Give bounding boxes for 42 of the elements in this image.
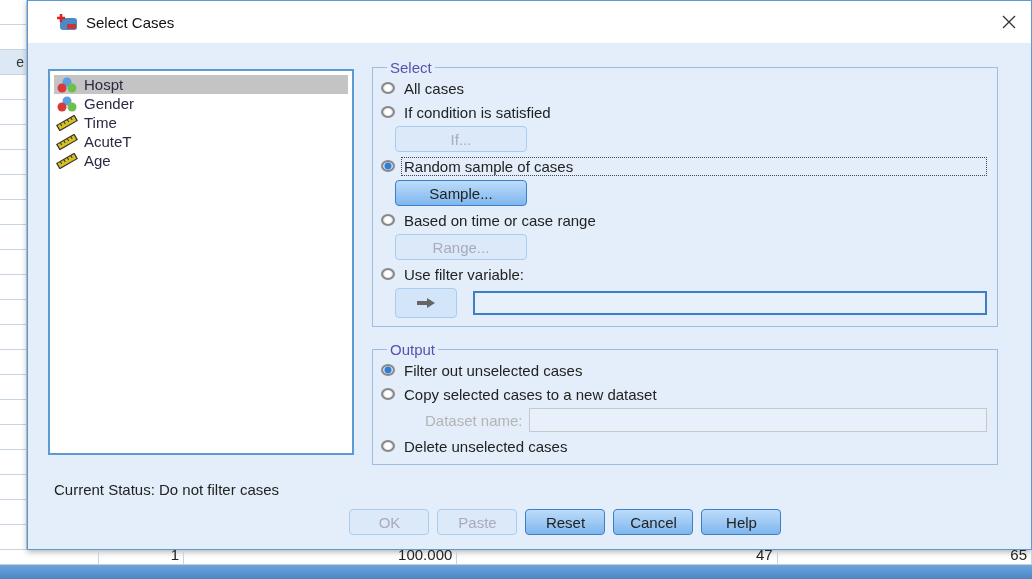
table-cell: 100.000	[398, 550, 453, 563]
table-cell: 65	[1010, 550, 1027, 563]
option-button[interactable]: Sample...	[394, 180, 527, 206]
field-label: Dataset name:	[424, 411, 523, 429]
variable-item[interactable]: Age	[53, 151, 348, 170]
radio-label[interactable]: All cases	[400, 78, 467, 98]
group-title: Select	[388, 59, 433, 76]
app-icon	[55, 13, 78, 31]
table-cell: 47	[755, 550, 773, 563]
radio-button[interactable]	[380, 388, 395, 400]
radio-button[interactable]	[380, 82, 395, 94]
group-title: Output	[388, 341, 436, 358]
table-cell: 1	[170, 550, 180, 563]
variable-item[interactable]: AcuteT	[53, 132, 348, 151]
nominal-variable-icon	[55, 95, 78, 112]
column-header: e	[16, 54, 24, 70]
radio-button[interactable]	[380, 160, 395, 172]
variable-item[interactable]: Hospt	[53, 75, 348, 94]
dialog-button[interactable]: Cancel	[613, 509, 694, 535]
status-text: Current Status: Do not filter cases	[52, 481, 281, 498]
window-title: Select Cases	[85, 13, 176, 31]
radio-button[interactable]	[380, 440, 395, 452]
radio-label[interactable]: Random sample of cases	[400, 156, 987, 176]
radio-label[interactable]: Copy selected cases to a new dataset	[400, 384, 660, 404]
dataset-name-field[interactable]	[528, 408, 987, 432]
arrow-icon	[414, 297, 437, 309]
radio-button[interactable]	[380, 106, 395, 118]
variable-item[interactable]: Gender	[53, 94, 348, 113]
radio-button[interactable]	[380, 268, 395, 280]
radio-label[interactable]: Based on time or case range	[400, 210, 599, 230]
filter-variable-field[interactable]	[472, 291, 987, 315]
radio-label[interactable]: If condition is satisfied	[400, 102, 554, 122]
dialog-button[interactable]: Reset	[525, 509, 606, 535]
radio-label[interactable]: Use filter variable:	[400, 264, 527, 284]
radio-button[interactable]	[380, 214, 395, 226]
dialog-button[interactable]: Help	[701, 509, 782, 535]
radio-button[interactable]	[380, 364, 395, 376]
nominal-variable-icon	[55, 76, 78, 93]
radio-label[interactable]: Delete unselected cases	[400, 436, 571, 456]
close-icon[interactable]	[1001, 14, 1017, 30]
variable-item[interactable]: Time	[53, 113, 348, 132]
radio-label[interactable]: Filter out unselected cases	[400, 360, 586, 380]
